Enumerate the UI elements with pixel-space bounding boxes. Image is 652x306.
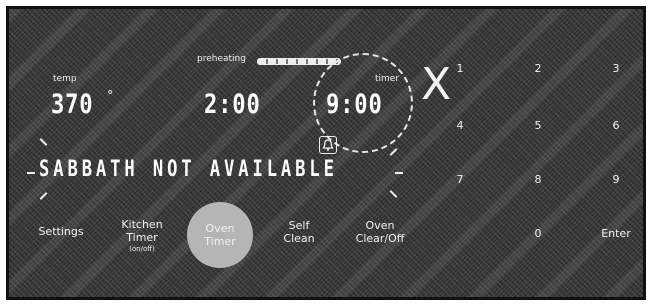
kitchen-timer-line2: Timer [126, 231, 158, 244]
temp-value: 370 [51, 89, 94, 120]
message-right-dash [395, 172, 403, 174]
oven-timer-button[interactable]: Oven Timer [187, 202, 253, 268]
settings-button[interactable]: Settings [35, 225, 87, 238]
oven-timer-line2: Timer [204, 235, 236, 248]
kitchen-timer-line1: Kitchen [121, 218, 163, 231]
message-right-tick-bottom [389, 190, 398, 198]
cook-time-value: 2:00 [204, 89, 261, 120]
settings-label: Settings [38, 225, 84, 238]
keypad-1[interactable]: 1 [445, 62, 475, 75]
oven-clear-off-button[interactable]: Oven Clear/Off [347, 219, 413, 245]
status-message: SABBATH NOT AVAILABLE [39, 157, 338, 182]
keypad-7[interactable]: 7 [445, 173, 475, 186]
enter-button[interactable]: Enter [601, 227, 631, 240]
kitchen-timer-sub: (on/off) [129, 245, 155, 253]
timer-label: timer [375, 74, 400, 84]
preheat-progress-bar [257, 58, 341, 65]
oven-timer-line1: Oven [205, 222, 235, 235]
keypad-3[interactable]: 3 [601, 62, 631, 75]
message-left-dash [27, 172, 35, 174]
preheating-label: preheating [197, 54, 246, 64]
self-clean-line1: Self [288, 219, 310, 232]
keypad-9[interactable]: 9 [601, 173, 631, 186]
oven-control-panel: preheating temp 370 ° 2:00 timer 9:00 X … [6, 6, 646, 300]
temp-unit: ° [107, 89, 114, 104]
message-left-tick-top [39, 138, 48, 146]
keypad-2[interactable]: 2 [523, 62, 553, 75]
self-clean-line2: Clean [283, 232, 315, 245]
self-clean-button[interactable]: Self Clean [275, 219, 323, 245]
keypad-4[interactable]: 4 [445, 119, 475, 132]
oven-clear-line1: Oven [365, 219, 395, 232]
bell-icon [319, 136, 337, 154]
message-right-tick-top [389, 148, 398, 156]
message-left-tick-bottom [39, 192, 48, 200]
temp-label: temp [53, 74, 77, 84]
keypad-8[interactable]: 8 [523, 173, 553, 186]
keypad-0[interactable]: 0 [523, 227, 553, 240]
keypad-6[interactable]: 6 [601, 119, 631, 132]
keypad-5[interactable]: 5 [523, 119, 553, 132]
kitchen-timer-button[interactable]: Kitchen Timer (on/off) [114, 218, 170, 254]
timer-value: 9:00 [326, 89, 383, 120]
oven-clear-line2: Clear/Off [355, 232, 405, 245]
